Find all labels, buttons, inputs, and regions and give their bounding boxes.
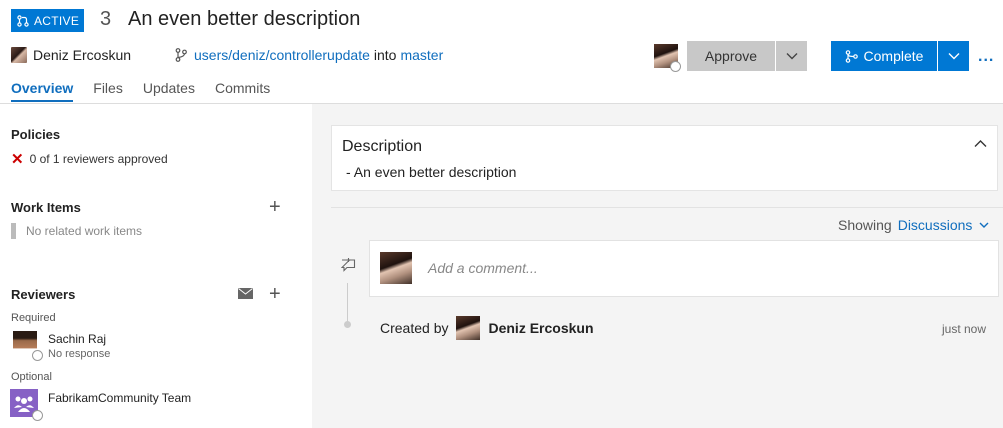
- showing-label: Showing: [838, 217, 892, 233]
- tab-files[interactable]: Files: [93, 80, 123, 96]
- complete-label: Complete: [863, 48, 924, 64]
- source-branch-link[interactable]: users/deniz/controllerupdate: [194, 47, 370, 63]
- status-label: ACTIVE: [34, 13, 80, 28]
- reviewer-status: No response: [48, 348, 111, 360]
- add-reviewer-icon[interactable]: +: [269, 284, 281, 304]
- timeline-line: [347, 283, 348, 323]
- created-by-label: Created by: [380, 320, 449, 336]
- work-items-title: Work Items: [11, 200, 81, 215]
- clock-icon: [32, 350, 43, 361]
- description-body: - An even better description: [346, 164, 517, 180]
- created-by-entry: Created by Deniz Ercoskun: [380, 316, 594, 340]
- more-actions-button[interactable]: ...: [978, 48, 994, 66]
- chevron-up-icon[interactable]: [974, 136, 987, 151]
- chevron-down-icon: [979, 222, 989, 228]
- tab-bar: Overview Files Updates Commits: [11, 80, 290, 96]
- reviewer-name[interactable]: FabrikamCommunity Team: [48, 391, 191, 405]
- description-title: Description: [342, 138, 423, 155]
- approve-button[interactable]: Approve: [687, 41, 775, 71]
- optional-label: Optional: [11, 371, 52, 383]
- author[interactable]: Deniz Ercoskun: [11, 47, 131, 63]
- empty-indicator: [11, 223, 16, 239]
- pull-request-icon: [17, 14, 29, 27]
- policy-text: 0 of 1 reviewers approved: [29, 152, 168, 166]
- tab-updates[interactable]: Updates: [143, 80, 195, 96]
- clock-icon: [32, 410, 43, 421]
- filter-value[interactable]: Discussions: [898, 217, 973, 233]
- reviewer-name[interactable]: Sachin Raj: [48, 332, 106, 346]
- pr-id: 3: [100, 8, 112, 30]
- branch-icon: [175, 48, 187, 62]
- timeline-dot: [344, 321, 351, 328]
- creator-avatar[interactable]: [456, 316, 481, 340]
- add-work-item-icon[interactable]: +: [269, 197, 281, 217]
- mail-icon[interactable]: [238, 288, 253, 299]
- add-comment-icon: [340, 258, 356, 275]
- branch-info: users/deniz/controllerupdate into master: [175, 47, 443, 63]
- failed-icon: ✕: [11, 151, 24, 168]
- policies-title: Policies: [11, 127, 61, 142]
- timestamp: just now: [942, 322, 987, 336]
- required-label: Required: [11, 312, 56, 324]
- page-title: An even better description: [128, 8, 361, 30]
- chevron-down-icon: [948, 53, 959, 60]
- reviewers-title: Reviewers: [11, 287, 76, 302]
- work-items-empty-text: No related work items: [26, 224, 143, 238]
- discussion-filter[interactable]: Showing Discussions: [838, 217, 989, 233]
- tab-overview[interactable]: Overview: [11, 80, 73, 96]
- comment-input[interactable]: Add a comment...: [428, 260, 538, 276]
- chevron-down-icon: [786, 53, 797, 60]
- status-badge: ACTIVE: [11, 9, 84, 32]
- complete-button[interactable]: Complete: [831, 41, 937, 71]
- active-tab-indicator: [11, 100, 73, 102]
- into-label: into: [373, 47, 397, 63]
- complete-options-button[interactable]: [938, 41, 969, 71]
- creator-name[interactable]: Deniz Ercoskun: [488, 320, 593, 336]
- clock-icon: [670, 61, 681, 72]
- work-items-empty: No related work items: [11, 223, 142, 239]
- tab-commits[interactable]: Commits: [215, 80, 270, 96]
- author-name: Deniz Ercoskun: [33, 47, 132, 63]
- divider: [331, 207, 1003, 208]
- approve-options-button[interactable]: [776, 41, 807, 71]
- merge-icon: [845, 49, 858, 63]
- description-card: [331, 125, 998, 191]
- current-user-avatar: [380, 252, 412, 284]
- author-avatar: [11, 47, 27, 63]
- target-branch-link[interactable]: master: [400, 47, 443, 63]
- policy-item[interactable]: ✕ 0 of 1 reviewers approved: [11, 150, 168, 168]
